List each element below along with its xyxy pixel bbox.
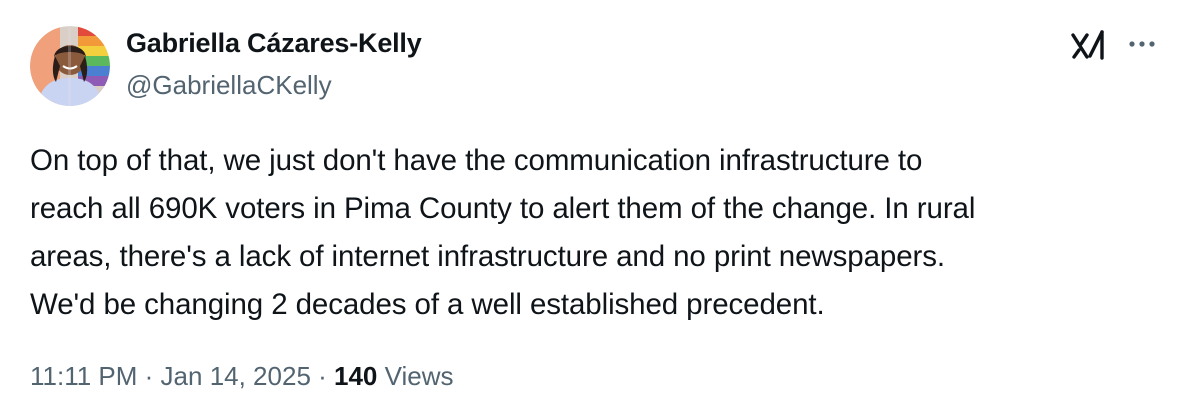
tweet-date[interactable]: Jan 14, 2025 <box>161 361 311 391</box>
grok-icon[interactable] <box>1070 28 1108 62</box>
tweet-card: Gabriella Cázares-Kelly @GabriellaCKelly… <box>0 0 1192 414</box>
views-label[interactable]: Views <box>377 361 454 391</box>
author-handle[interactable]: @GabriellaCKelly <box>126 70 332 101</box>
tweet-text-line: areas, there's a lack of internet infras… <box>30 240 945 273</box>
tweet-text-line: On top of that, we just don't have the c… <box>30 144 923 177</box>
meta-separator: · <box>310 361 335 391</box>
tweet-time[interactable]: 11:11 PM <box>30 361 137 391</box>
avatar-image <box>30 26 110 106</box>
tweet-text-line: reach all 690K voters in Pima County to … <box>30 192 976 225</box>
more-options-icon[interactable] <box>1124 32 1160 56</box>
tweet-meta: 11:11 PM · Jan 14, 2025 · 140 Views <box>30 361 454 392</box>
meta-separator: · <box>137 361 161 391</box>
tweet-text-line: We'd be changing 2 decades of a well est… <box>30 288 825 321</box>
views-count[interactable]: 140 <box>334 361 377 391</box>
avatar[interactable] <box>30 26 110 106</box>
tweet-text: On top of that, we just don't have the c… <box>30 137 1170 329</box>
author-display-name[interactable]: Gabriella Cázares-Kelly <box>126 28 422 59</box>
